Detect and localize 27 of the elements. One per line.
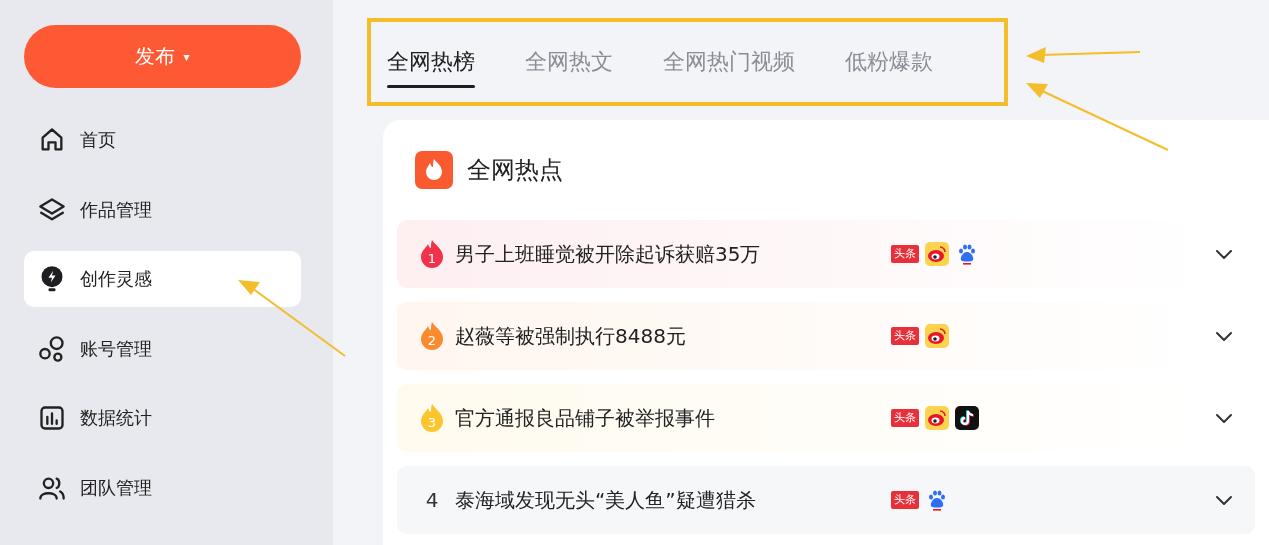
topic-title: 赵薇等被强制执行8488元 xyxy=(455,322,687,350)
card-title: 全网热点 xyxy=(467,155,563,186)
source-badge: 头条 xyxy=(891,409,919,427)
chart-icon xyxy=(38,404,66,432)
source-badge: 头条 xyxy=(891,327,919,345)
weibo-icon xyxy=(925,324,949,348)
sidebar-item[interactable]: 作品管理 xyxy=(24,181,301,238)
topic-title: 男子上班睡觉被开除起诉获赔35万 xyxy=(455,240,762,268)
source-badge: 头条 xyxy=(891,245,919,263)
rank-badge: 1 xyxy=(419,239,445,269)
topic-title: 泰海域发现无头“美人鱼”疑遭猎杀 xyxy=(455,486,757,514)
sidebar-item[interactable]: 团队管理 xyxy=(24,459,301,516)
rank-badge: 3 xyxy=(419,403,445,433)
rank-number: 4 xyxy=(424,488,440,512)
weibo-icon xyxy=(925,242,949,266)
topic-title: 官方通报良品铺子被举报事件 xyxy=(455,404,716,432)
sidebar-item[interactable]: 数据统计 xyxy=(24,390,301,446)
source-badge: 头条 xyxy=(891,491,919,509)
sidebar-item[interactable]: 创作灵感 xyxy=(24,251,301,307)
rank-badge: 2 xyxy=(419,321,445,351)
sidebar-item[interactable]: 首页 xyxy=(24,112,301,168)
flame-icon xyxy=(415,151,453,189)
circles-icon xyxy=(38,334,66,363)
weibo-icon xyxy=(925,406,949,430)
music-note-icon xyxy=(955,406,979,430)
sidebar-item[interactable]: 账号管理 xyxy=(24,320,301,377)
tab[interactable]: 全网热榜 xyxy=(387,18,475,106)
